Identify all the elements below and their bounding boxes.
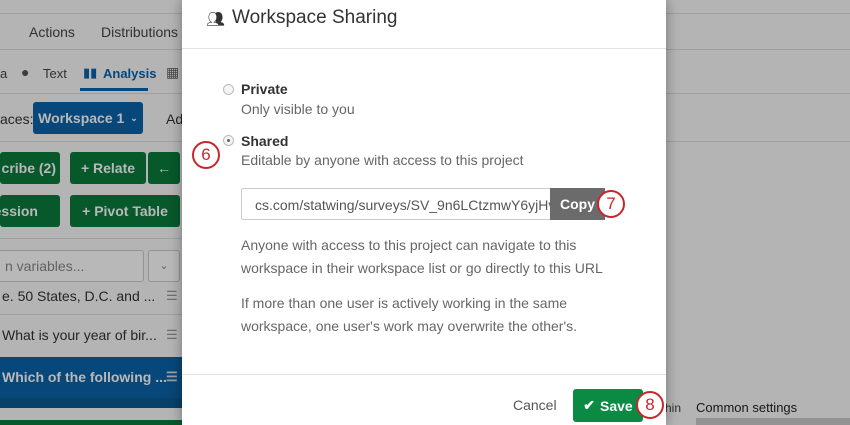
share-url-input[interactable]: cs.com/statwing/surveys/SV_9n6LCtzmwY6yj… bbox=[241, 188, 550, 220]
private-radio[interactable] bbox=[223, 84, 234, 95]
checkmark-icon: ✔ bbox=[583, 397, 596, 413]
share-info-text: Anyone with access to this project can n… bbox=[241, 237, 603, 276]
cancel-button[interactable]: Cancel bbox=[513, 397, 557, 413]
annotation-marker: 7 bbox=[597, 190, 625, 218]
save-label: Save bbox=[600, 397, 633, 414]
save-button[interactable]: ✔ Save bbox=[573, 389, 643, 422]
users-icon: 👥︎ bbox=[206, 11, 226, 28]
annotation-marker: 8 bbox=[636, 391, 664, 419]
overwrite-warning-text: If more than one user is actively workin… bbox=[241, 295, 578, 334]
dialog-title: Workspace Sharing bbox=[232, 7, 398, 28]
workspace-sharing-dialog: 👥︎ Workspace Sharing Private Only visibl… bbox=[182, 0, 666, 425]
private-description: Only visible to you bbox=[241, 101, 355, 117]
shared-description: Editable by anyone with access to this p… bbox=[241, 152, 524, 168]
annotation-marker: 6 bbox=[192, 141, 220, 169]
private-label[interactable]: Private bbox=[241, 81, 288, 97]
shared-radio[interactable] bbox=[223, 135, 234, 146]
shared-label[interactable]: Shared bbox=[241, 133, 288, 149]
